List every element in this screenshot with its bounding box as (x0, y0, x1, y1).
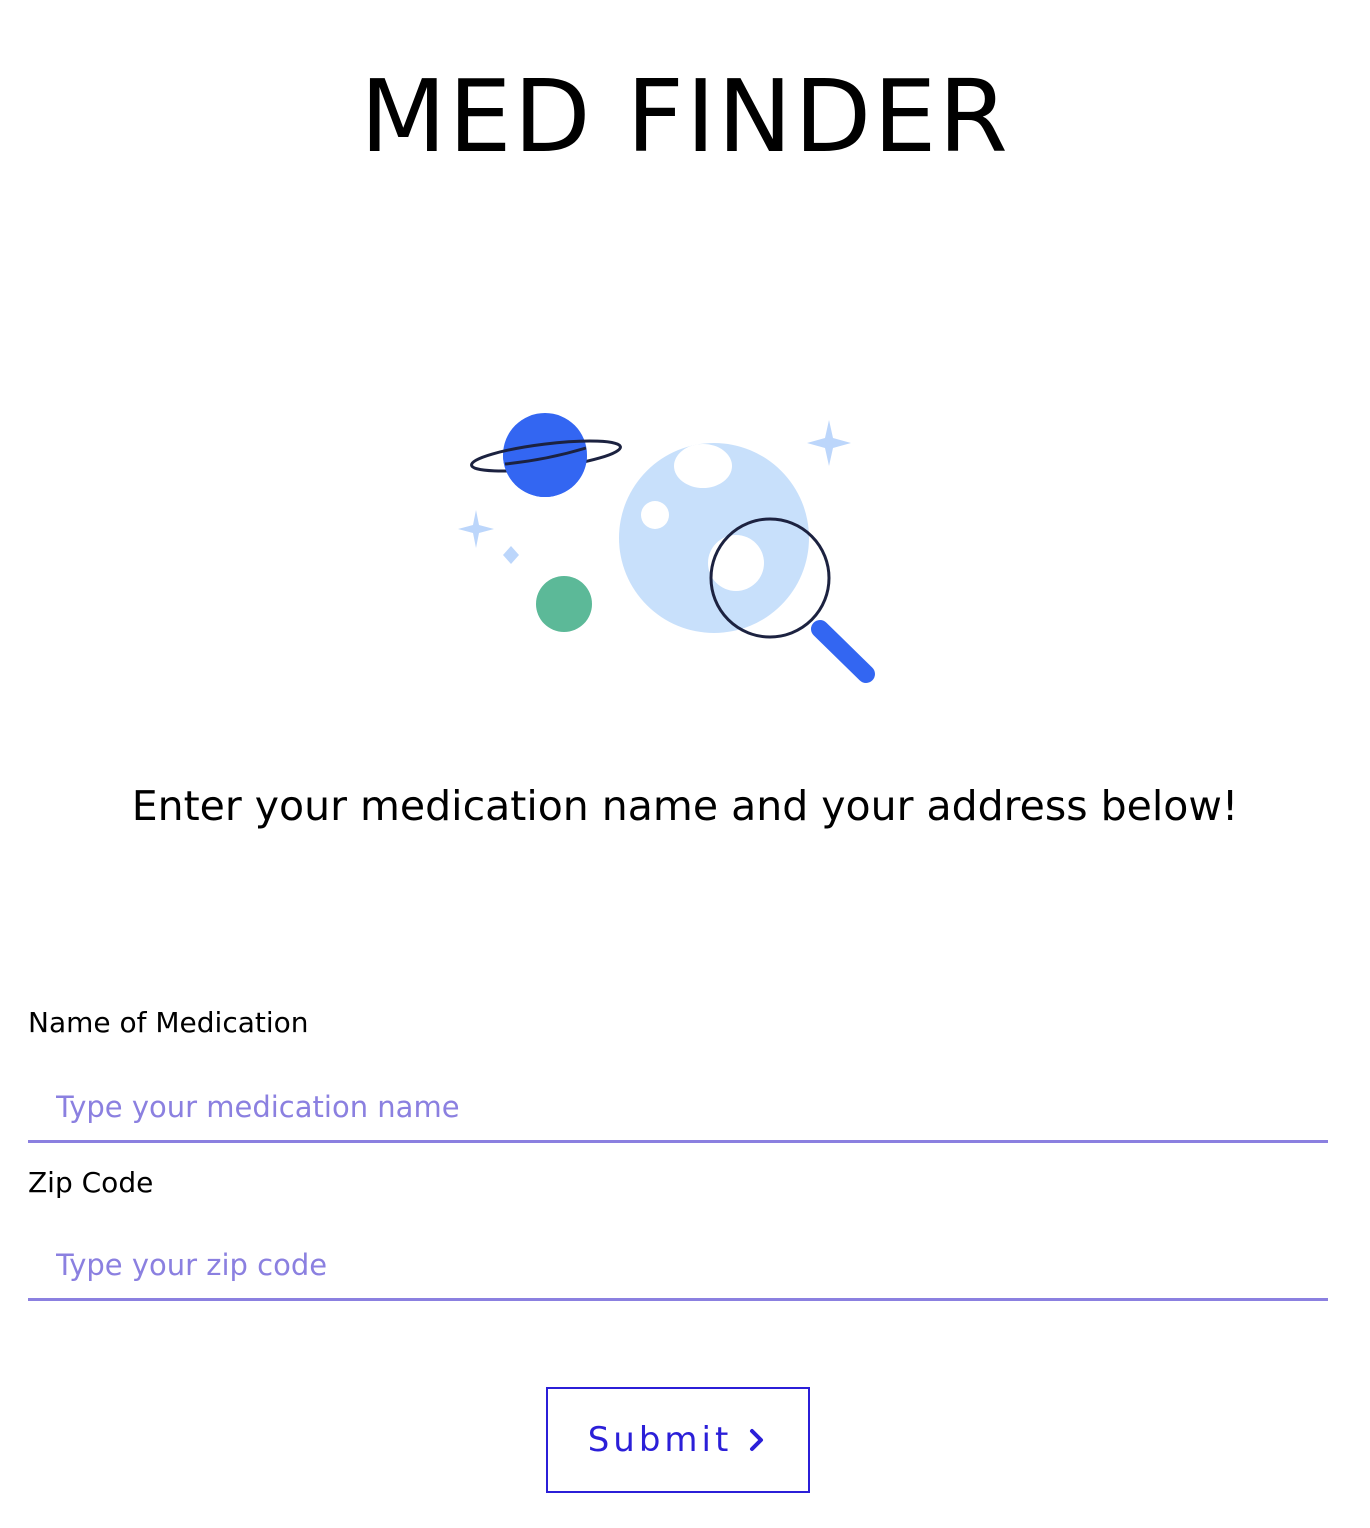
sparkle-icon (458, 510, 494, 548)
medication-label: Name of Medication (28, 1006, 309, 1039)
zip-input[interactable] (28, 1231, 1328, 1301)
sparkle-icon (807, 420, 851, 466)
sparkle-icon (503, 546, 519, 564)
medication-input[interactable] (28, 1073, 1328, 1143)
zip-label: Zip Code (28, 1166, 154, 1199)
intro-text: Enter your medication name and your addr… (131, 782, 1239, 830)
green-planet-icon (536, 576, 592, 632)
page-title: MED FINDER (360, 58, 1010, 175)
chevron-right-icon (750, 1429, 764, 1451)
submit-button[interactable]: Submit (546, 1387, 810, 1493)
planet-search-illustration (458, 413, 875, 683)
submit-label: Submit (587, 1420, 733, 1460)
